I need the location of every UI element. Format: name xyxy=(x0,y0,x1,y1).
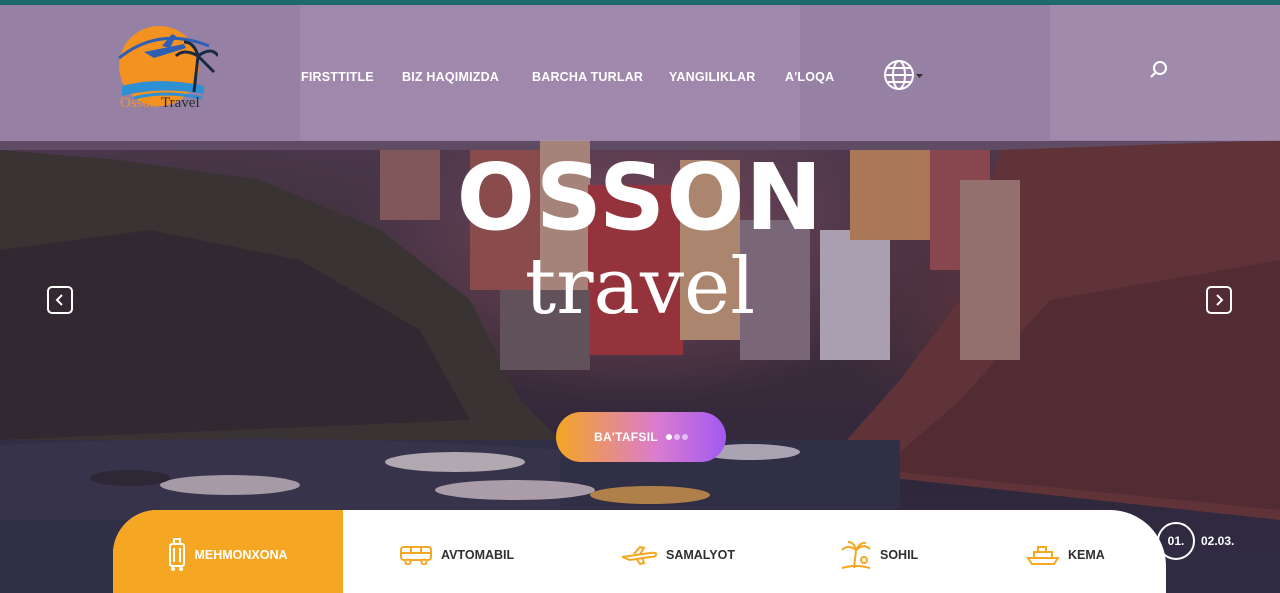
nav-item-contact[interactable]: A'LOQA xyxy=(785,70,834,84)
tab-car-label: AVTOMABIL xyxy=(441,548,515,562)
slider-prev-button[interactable] xyxy=(47,286,73,314)
tab-hotel[interactable]: MEHMONXONA xyxy=(113,510,343,593)
slider-next-button[interactable] xyxy=(1206,286,1232,314)
nav-item-about[interactable]: BIZ HAQIMIZDA xyxy=(402,70,499,84)
chevron-right-icon xyxy=(1216,294,1224,306)
tab-ship-label: KEMA xyxy=(1068,548,1105,562)
brand-name: Osson Travel xyxy=(120,95,200,112)
details-button[interactable]: BA'TAFSIL xyxy=(556,412,726,462)
loading-dots-icon xyxy=(666,434,688,440)
pager-rest[interactable]: 02.03. xyxy=(1201,534,1234,548)
luggage-icon xyxy=(169,538,186,571)
slide-pager: 01. 02.03. xyxy=(1157,522,1234,560)
brand-name-part2: Travel xyxy=(161,95,200,111)
details-button-label: BA'TAFSIL xyxy=(594,430,658,444)
pager-current[interactable]: 01. xyxy=(1157,522,1195,560)
brand-name-part1: Osson xyxy=(120,95,158,111)
airplane-icon xyxy=(621,545,658,565)
hero-title: OSSON xyxy=(456,144,824,251)
nav-item-firsttitle[interactable]: FIRSTTITLE xyxy=(301,70,374,84)
palm-beach-icon xyxy=(841,541,871,569)
category-tabs: MEHMONXONA AVTOMABIL SAMALYOT SOHIL KEMA xyxy=(113,510,1166,593)
nav-item-all-tours[interactable]: BARCHA TURLAR xyxy=(532,70,643,84)
tab-airplane-label: SAMALYOT xyxy=(666,548,735,562)
language-selector[interactable] xyxy=(883,58,923,92)
chevron-down-icon xyxy=(916,74,923,78)
tab-hotel-label: MEHMONXONA xyxy=(194,548,288,562)
chevron-left-icon xyxy=(55,294,63,306)
nav-item-news[interactable]: YANGILIKLAR xyxy=(669,70,755,84)
tab-beach[interactable]: SOHIL xyxy=(840,510,918,593)
tab-airplane[interactable]: SAMALYOT xyxy=(620,510,735,593)
hero-subtitle: travel xyxy=(524,242,756,332)
ship-icon xyxy=(1026,546,1060,565)
globe-icon xyxy=(884,60,923,90)
bus-icon xyxy=(400,546,432,565)
tab-ship[interactable]: KEMA xyxy=(1026,510,1105,593)
tab-beach-label: SOHIL xyxy=(880,548,919,562)
tab-car[interactable]: AVTOMABIL xyxy=(399,510,514,593)
search-icon xyxy=(1150,61,1167,78)
search-button[interactable] xyxy=(1149,60,1169,80)
